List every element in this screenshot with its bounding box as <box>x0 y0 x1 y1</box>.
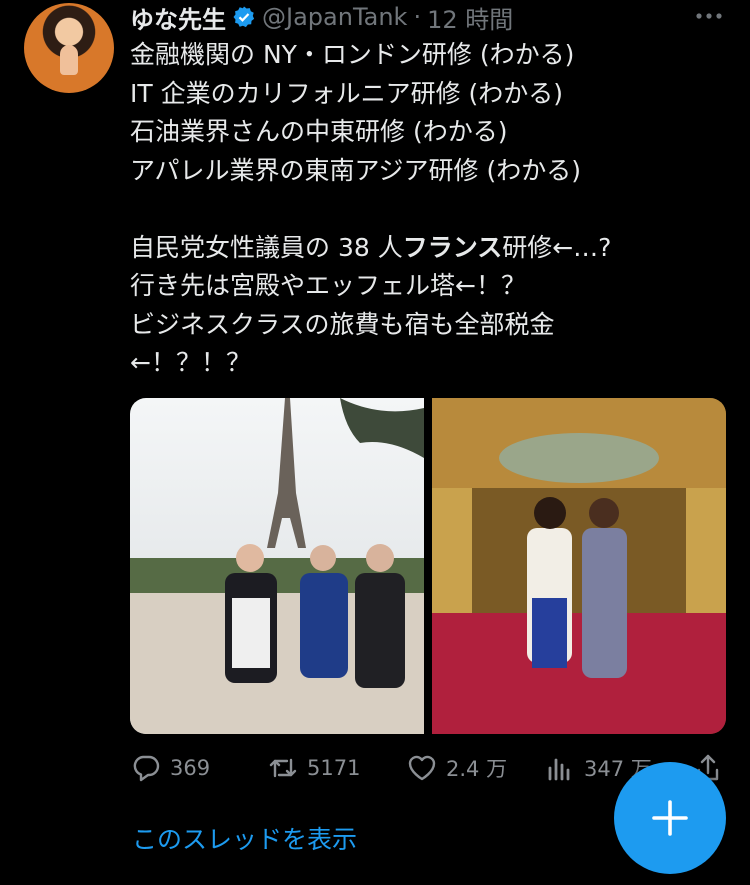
tweet-text: 金融機関の NY・ロンドン研修 (わかる) IT 企業のカリフォルニア研修 (わ… <box>130 36 690 383</box>
retweet-icon <box>269 758 297 778</box>
plus-icon <box>652 800 688 836</box>
separator-dot: · <box>413 3 422 31</box>
like-count: 2.4 万 <box>446 757 508 781</box>
retweet-count: 5171 <box>307 756 361 780</box>
retweet-button[interactable]: 5171 <box>267 748 360 788</box>
like-button[interactable]: 2.4 万 <box>406 748 507 788</box>
tweet-text-bold: フランス <box>402 232 503 262</box>
tweet-text-part1: 金融機関の NY・ロンドン研修 (わかる) IT 企業のカリフォルニア研修 (わ… <box>130 40 581 262</box>
reply-button[interactable]: 369 <box>130 748 210 788</box>
verified-badge-icon <box>233 6 255 28</box>
reply-icon <box>133 755 160 782</box>
more-icon[interactable] <box>694 6 724 26</box>
author-name[interactable]: ゆな先生 <box>130 0 226 35</box>
show-thread-link[interactable]: このスレッドを表示 <box>132 820 357 856</box>
tweet-media <box>130 398 726 734</box>
photo-eiffel-tower[interactable] <box>130 398 424 734</box>
tweet-time[interactable]: 12 時間 <box>427 0 513 35</box>
compose-button[interactable] <box>614 762 726 874</box>
photo-palace-hall[interactable] <box>432 398 726 734</box>
tweet-header: ゆな先生 @JapanTank · 12 時間 <box>130 0 726 34</box>
views-icon <box>548 758 570 781</box>
author-avatar[interactable] <box>24 3 114 93</box>
heart-icon <box>408 755 436 781</box>
reply-count: 369 <box>170 756 211 780</box>
author-handle[interactable]: @JapanTank <box>262 3 407 31</box>
